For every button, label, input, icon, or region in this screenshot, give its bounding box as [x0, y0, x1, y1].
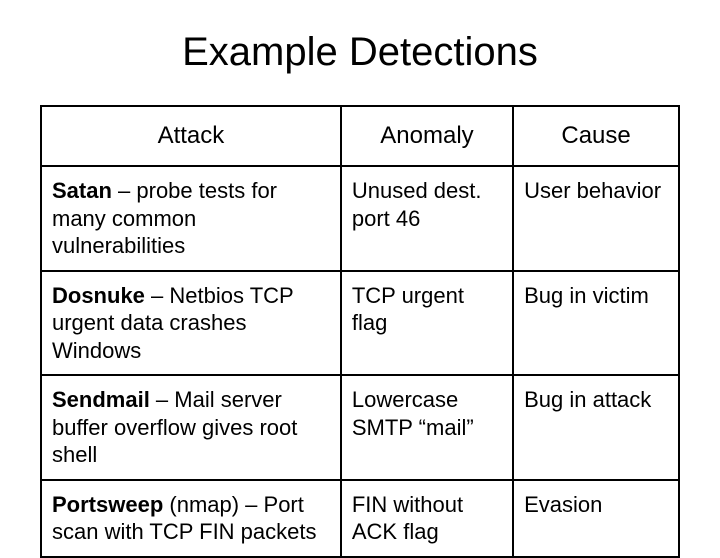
cell-cause: Bug in victim	[513, 271, 679, 376]
header-anomaly: Anomaly	[341, 106, 513, 166]
attack-name: Portsweep	[52, 492, 163, 517]
cell-attack: Dosnuke – Netbios TCP urgent data crashe…	[41, 271, 341, 376]
cell-attack: Satan – probe tests for many common vuln…	[41, 166, 341, 271]
attack-name: Dosnuke	[52, 283, 145, 308]
cell-anomaly: Lowercase SMTP “mail”	[341, 375, 513, 480]
slide-title: Example Detections	[40, 30, 680, 75]
table-row: Dosnuke – Netbios TCP urgent data crashe…	[41, 271, 679, 376]
cell-cause: Evasion	[513, 480, 679, 557]
cell-anomaly: TCP urgent flag	[341, 271, 513, 376]
table-row: Satan – probe tests for many common vuln…	[41, 166, 679, 271]
cell-attack: Sendmail – Mail server buffer overflow g…	[41, 375, 341, 480]
table-row: Sendmail – Mail server buffer overflow g…	[41, 375, 679, 480]
table-header-row: Attack Anomaly Cause	[41, 106, 679, 166]
detections-table: Attack Anomaly Cause Satan – probe tests…	[40, 105, 680, 558]
attack-name: Sendmail	[52, 387, 150, 412]
header-attack: Attack	[41, 106, 341, 166]
cell-cause: User behavior	[513, 166, 679, 271]
cell-anomaly: Unused dest. port 46	[341, 166, 513, 271]
slide: Example Detections Attack Anomaly Cause …	[0, 0, 720, 540]
cell-attack: Portsweep (nmap) – Port scan with TCP FI…	[41, 480, 341, 557]
cell-cause: Bug in attack	[513, 375, 679, 480]
table-row: Portsweep (nmap) – Port scan with TCP FI…	[41, 480, 679, 557]
attack-name: Satan	[52, 178, 112, 203]
header-cause: Cause	[513, 106, 679, 166]
cell-anomaly: FIN without ACK flag	[341, 480, 513, 557]
